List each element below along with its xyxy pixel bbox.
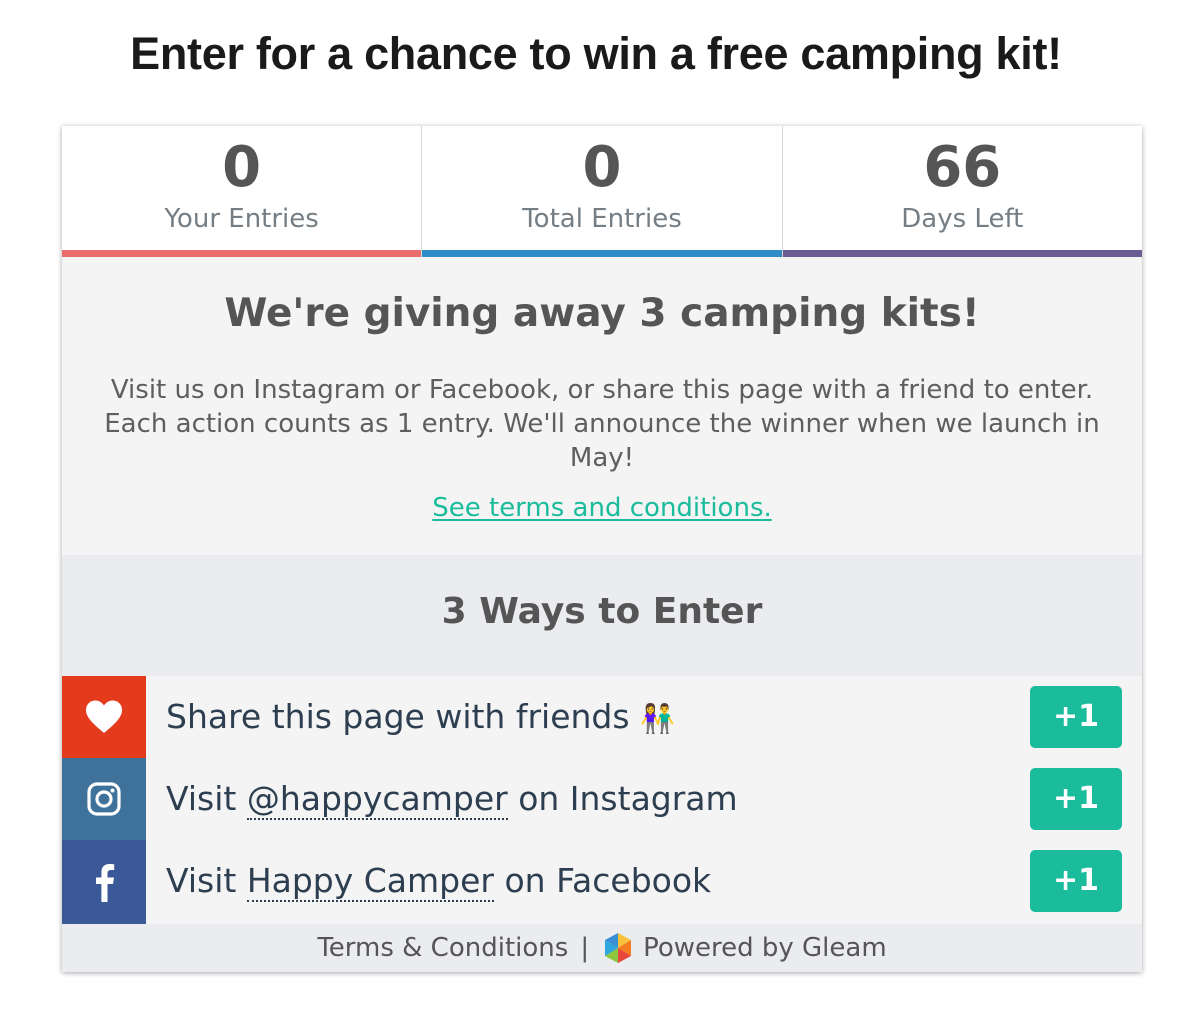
ways-header: 3 Ways to Enter xyxy=(62,555,1142,676)
stat-color-bar xyxy=(782,250,1142,257)
giveaway-widget: 0 Your Entries 0 Total Entries 66 Days L… xyxy=(62,126,1142,972)
entry-instagram[interactable]: Visit @happycamper on Instagram +1 xyxy=(62,758,1142,840)
stat-value: 66 xyxy=(923,135,1002,200)
instagram-icon xyxy=(62,758,146,840)
stats-bar: 0 Your Entries 0 Total Entries 66 Days L… xyxy=(62,126,1142,257)
entry-label-suffix: on Facebook xyxy=(494,861,712,900)
terms-link[interactable]: See terms and conditions. xyxy=(62,493,1142,523)
entry-share[interactable]: Share this page with friends 👫 +1 xyxy=(62,676,1142,758)
friends-emoji: 👫 xyxy=(640,702,675,735)
stat-your-entries: 0 Your Entries xyxy=(62,126,423,257)
stat-days-left: 66 Days Left xyxy=(782,126,1142,257)
entry-label: Share this page with friends xyxy=(166,697,630,736)
points-button[interactable]: +1 xyxy=(1030,686,1122,748)
stat-value: 0 xyxy=(582,135,622,200)
entry-label-prefix: Visit xyxy=(166,779,247,818)
stat-color-bar xyxy=(62,250,422,257)
footer-separator: | xyxy=(580,933,590,963)
heart-icon xyxy=(62,676,146,758)
footer: Terms & Conditions | Powered by Gleam xyxy=(62,924,1142,972)
powered-by-gleam-link[interactable]: Powered by Gleam xyxy=(643,933,887,963)
ways-title: 3 Ways to Enter xyxy=(441,591,763,632)
footer-terms-link[interactable]: Terms & Conditions xyxy=(317,933,568,963)
points-button[interactable]: +1 xyxy=(1030,850,1122,912)
entry-label-prefix: Visit xyxy=(166,861,247,900)
facebook-icon xyxy=(62,840,146,924)
instagram-handle-link[interactable]: @happycamper xyxy=(246,779,508,820)
gleam-logo-icon xyxy=(601,931,635,965)
stat-total-entries: 0 Total Entries xyxy=(422,126,783,257)
description-heading: We're giving away 3 camping kits! xyxy=(224,291,980,336)
entry-label-suffix: on Instagram xyxy=(507,779,738,818)
stat-label: Total Entries xyxy=(522,204,682,234)
description-section: We're giving away 3 camping kits! Visit … xyxy=(62,257,1142,555)
entry-facebook[interactable]: Visit Happy Camper on Facebook +1 xyxy=(62,840,1142,924)
stat-value: 0 xyxy=(222,135,262,200)
stat-label: Days Left xyxy=(901,204,1024,234)
stat-label: Your Entries xyxy=(164,204,319,234)
points-button[interactable]: +1 xyxy=(1030,768,1122,830)
stat-color-bar xyxy=(422,250,782,257)
description-body: Visit us on Instagram or Facebook, or sh… xyxy=(104,375,1100,473)
facebook-page-link[interactable]: Happy Camper xyxy=(246,861,494,902)
page-title: Enter for a chance to win a free camping… xyxy=(130,28,1062,79)
